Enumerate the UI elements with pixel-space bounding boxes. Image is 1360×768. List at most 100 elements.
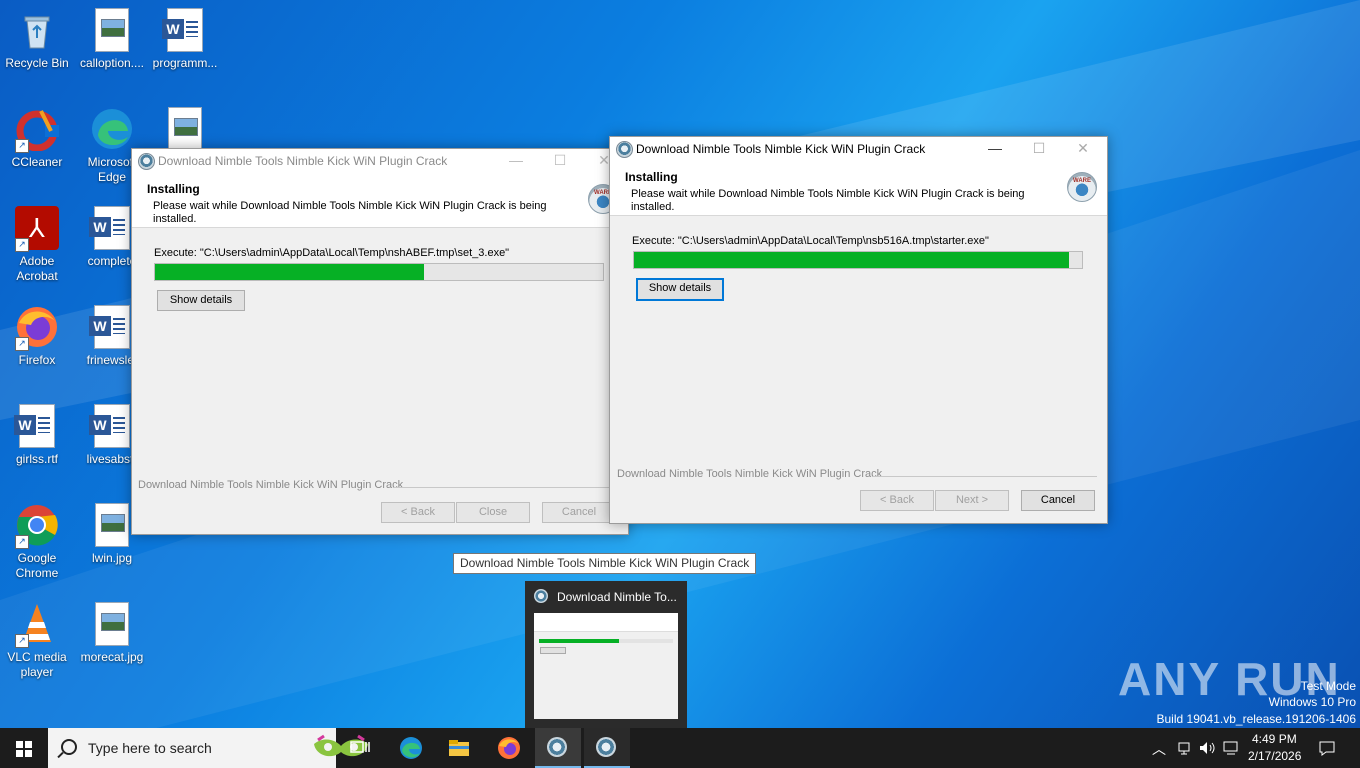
progress-fill — [155, 264, 424, 280]
installer-app-icon — [534, 589, 548, 603]
cancel-button[interactable]: Cancel — [542, 502, 616, 523]
recycle-bin-icon — [15, 8, 59, 52]
page-heading: Installing — [625, 170, 678, 184]
minimize-button[interactable]: — — [973, 137, 1017, 161]
desktop-icon-recycle-bin[interactable]: Recycle Bin — [1, 8, 73, 71]
windows-edition-line: Windows 10 Pro — [1268, 695, 1356, 709]
image-file-icon — [163, 107, 207, 151]
ccleaner-icon: ↗ — [15, 107, 59, 153]
file-explorer-icon[interactable] — [447, 736, 471, 760]
installer-header: Installing Please wait while Download Ni… — [132, 173, 628, 228]
show-details-button[interactable]: Show details — [636, 278, 724, 301]
start-button[interactable] — [0, 728, 48, 768]
desktop-icon-morecat[interactable]: morecat.jpg — [76, 602, 148, 665]
acrobat-icon: ⅄ ↗ — [15, 206, 59, 252]
next-button[interactable]: Next > — [935, 490, 1009, 511]
taskbar-search-box[interactable]: Type here to search — [48, 728, 368, 768]
execute-status-text: Execute: "C:\Users\admin\AppData\Local\T… — [154, 247, 510, 259]
firefox-taskbar-icon[interactable] — [497, 736, 521, 760]
taskbar-installer-app-2[interactable] — [584, 728, 630, 768]
install-progress-bar — [154, 263, 604, 281]
desktop-icon-label: VLC media player — [7, 650, 67, 679]
thumbnail-window-preview — [534, 613, 678, 719]
word-document-icon: W — [89, 305, 134, 349]
taskbar-installer-app-1[interactable] — [535, 728, 581, 768]
show-details-button[interactable]: Show details — [157, 290, 245, 311]
installer-app-icon — [596, 737, 616, 757]
desktop-icon-label: Adobe Acrobat — [16, 254, 58, 283]
search-placeholder: Type here to search — [88, 740, 212, 756]
minimize-button[interactable]: — — [494, 149, 538, 173]
installer-app-icon — [138, 153, 155, 170]
volume-icon[interactable] — [1198, 740, 1216, 756]
desktop-icon-calloption[interactable]: calloption.... — [76, 8, 148, 71]
desktop-icon-adobe-acrobat[interactable]: ⅄ ↗ Adobe Acrobat — [1, 206, 73, 284]
installer-window-back[interactable]: Download Nimble Tools Nimble Kick WiN Pl… — [131, 148, 629, 535]
maximize-button[interactable]: ☐ — [1017, 137, 1061, 161]
image-file-icon — [90, 8, 134, 52]
edge-taskbar-icon[interactable] — [399, 736, 423, 760]
divider — [873, 476, 1097, 477]
windows-logo-icon — [16, 741, 32, 757]
shortcut-arrow-icon: ↗ — [15, 535, 29, 549]
maximize-button[interactable]: ☐ — [538, 149, 582, 173]
edge-icon — [90, 107, 134, 151]
taskbar-tooltip: Download Nimble Tools Nimble Kick WiN Pl… — [453, 553, 757, 574]
desktop-icon-ccleaner[interactable]: ↗ CCleaner — [1, 107, 73, 170]
desktop-icon-label: lwin.jpg — [91, 551, 133, 565]
desktop-icon-firefox[interactable]: ↗ Firefox — [1, 305, 73, 368]
cancel-button[interactable]: Cancel — [1021, 490, 1095, 511]
network-icon[interactable] — [1176, 740, 1192, 756]
connection-icon[interactable] — [1222, 740, 1240, 756]
taskbar: Type here to search ︿ 4:49 PM 2/17/2026 — [0, 728, 1360, 768]
desktop-icon-label: Recycle Bin — [5, 56, 69, 70]
desktop-icon-label: morecat.jpg — [80, 650, 144, 664]
page-subheading: Please wait while Download Nimble Tools … — [631, 188, 1025, 213]
divider — [394, 487, 622, 488]
clock-time[interactable]: 4:49 PM — [1252, 732, 1297, 746]
installer-window-front[interactable]: Download Nimble Tools Nimble Kick WiN Pl… — [609, 136, 1108, 524]
back-button[interactable]: < Back — [860, 490, 934, 511]
installer-logo-icon: WARE — [1067, 172, 1097, 202]
show-hidden-icons-chevron-up-icon[interactable]: ︿ — [1152, 739, 1166, 759]
desktop-icon-vlc[interactable]: ↗ VLC media player — [1, 602, 73, 680]
desktop-icon-label: CCleaner — [11, 155, 63, 169]
search-icon — [61, 739, 77, 755]
shortcut-arrow-icon: ↗ — [15, 337, 29, 351]
desktop-icon-label: Google Chrome — [15, 551, 59, 580]
back-button[interactable]: < Back — [381, 502, 455, 523]
notifications-icon[interactable] — [1318, 740, 1336, 756]
taskbar-thumbnail-preview[interactable]: Download Nimble To... — [525, 581, 687, 728]
close-dialog-button[interactable]: Close — [456, 502, 530, 523]
installer-app-icon — [616, 141, 633, 158]
install-progress-bar — [633, 251, 1083, 269]
page-subheading: Please wait while Download Nimble Tools … — [153, 200, 547, 225]
desktop-icon-label: Firefox — [18, 353, 56, 367]
title-bar[interactable]: Download Nimble Tools Nimble Kick WiN Pl… — [610, 137, 1107, 161]
desktop-icon-girlss[interactable]: W girlss.rtf — [1, 404, 73, 467]
shortcut-arrow-icon: ↗ — [15, 238, 29, 252]
desktop-icon-programm[interactable]: W programm... — [149, 8, 221, 71]
desktop-icon-chrome[interactable]: ↗ Google Chrome — [1, 503, 73, 581]
clock-date[interactable]: 2/17/2026 — [1248, 749, 1301, 763]
branding-text: Download Nimble Tools Nimble Kick WiN Pl… — [138, 479, 404, 491]
page-heading: Installing — [147, 182, 200, 196]
chrome-icon: ↗ — [15, 503, 59, 549]
shortcut-arrow-icon: ↗ — [15, 139, 29, 153]
desktop-icon-label: programm... — [152, 56, 218, 70]
word-document-icon: W — [162, 8, 207, 52]
title-bar[interactable]: Download Nimble Tools Nimble Kick WiN Pl… — [132, 149, 628, 173]
window-title: Download Nimble Tools Nimble Kick WiN Pl… — [158, 154, 448, 168]
installer-header: Installing Please wait while Download Ni… — [610, 161, 1107, 216]
vlc-icon: ↗ — [15, 602, 59, 648]
close-button[interactable]: ✕ — [1061, 137, 1105, 161]
branding-text: Download Nimble Tools Nimble Kick WiN Pl… — [617, 468, 883, 480]
installer-app-icon — [547, 737, 567, 757]
progress-fill — [634, 252, 1069, 268]
task-view-icon[interactable] — [348, 736, 372, 760]
thumbnail-title: Download Nimble To... — [557, 590, 677, 604]
execute-status-text: Execute: "C:\Users\admin\AppData\Local\T… — [632, 235, 989, 247]
firefox-icon: ↗ — [15, 305, 59, 351]
shortcut-arrow-icon: ↗ — [15, 634, 29, 648]
image-file-icon — [90, 503, 134, 547]
